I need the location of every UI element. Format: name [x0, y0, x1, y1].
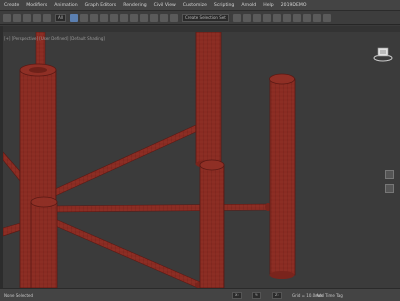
move-icon[interactable] [109, 13, 118, 22]
selection-set-dropdown[interactable]: Create Selection Set [181, 13, 229, 22]
render-icon[interactable] [322, 13, 331, 22]
render-setup-icon[interactable] [302, 13, 311, 22]
window-crossing-icon[interactable] [99, 13, 108, 22]
placement-icon[interactable] [139, 13, 148, 22]
status-bar: None Selected X: Y: Z: Grid = 10.0mm Add… [0, 288, 400, 301]
menu-civil-view[interactable]: Civil View [154, 3, 176, 8]
rotate-icon[interactable] [119, 13, 128, 22]
workspace-label[interactable]: 2019DEMO [281, 3, 307, 8]
link-icon[interactable] [23, 13, 31, 22]
column-right[interactable] [269, 73, 296, 279]
percent-snap-icon[interactable] [169, 13, 178, 22]
menu-customize[interactable]: Customize [183, 3, 207, 8]
viewcube-icon[interactable] [373, 44, 393, 64]
y-coordinate-field[interactable]: Y: [252, 292, 261, 299]
column-lower-left[interactable] [30, 196, 58, 288]
viewport-label[interactable]: [+] [Perspective] [User Defined] [Defaul… [4, 36, 105, 41]
schematic-view-icon[interactable] [282, 13, 291, 22]
redo-icon[interactable] [13, 13, 21, 22]
column-upper-middle[interactable] [195, 32, 222, 168]
undo-icon[interactable] [3, 13, 11, 22]
menu-arnold[interactable]: Arnold [241, 3, 256, 8]
x-coordinate-field[interactable]: X: [232, 292, 242, 299]
unlink-icon[interactable] [33, 13, 41, 22]
material-editor-icon[interactable] [292, 13, 301, 22]
z-coordinate-field[interactable]: Z: [272, 292, 282, 299]
snap-toggle-icon[interactable] [149, 13, 158, 22]
layer-explorer-icon[interactable] [252, 13, 261, 22]
selection-status: None Selected [4, 293, 34, 298]
align-icon[interactable] [242, 13, 251, 22]
selection-filter-dropdown[interactable]: All [55, 13, 66, 22]
add-time-tag[interactable]: Add Time Tag [316, 293, 343, 298]
curve-editor-icon[interactable] [272, 13, 281, 22]
zoom-extents-icon[interactable] [385, 184, 394, 193]
select-by-name-icon[interactable] [79, 13, 88, 22]
bind-icon[interactable] [43, 13, 51, 22]
column-lower-middle[interactable] [199, 159, 225, 288]
render-frame-icon[interactable] [312, 13, 321, 22]
angle-snap-icon[interactable] [159, 13, 168, 22]
menu-help[interactable]: Help [263, 3, 273, 8]
select-object-icon[interactable] [69, 13, 78, 22]
menu-modifiers[interactable]: Modifiers [26, 3, 47, 8]
menu-create[interactable]: Create [4, 3, 19, 8]
menu-bar: Create Modifiers Animation Graph Editors… [0, 0, 400, 11]
rectangular-selection-icon[interactable] [89, 13, 98, 22]
maximize-viewport-icon[interactable] [385, 170, 394, 179]
menu-animation[interactable]: Animation [54, 3, 77, 8]
main-toolbar: All Create Selection Set [0, 11, 400, 25]
menu-rendering[interactable]: Rendering [123, 3, 146, 8]
mirror-icon[interactable] [232, 13, 241, 22]
menu-scripting[interactable]: Scripting [214, 3, 234, 8]
perspective-viewport[interactable] [3, 32, 400, 288]
scale-icon[interactable] [129, 13, 138, 22]
graphite-toggle-icon[interactable] [262, 13, 271, 22]
menu-graph-editors[interactable]: Graph Editors [85, 3, 117, 8]
